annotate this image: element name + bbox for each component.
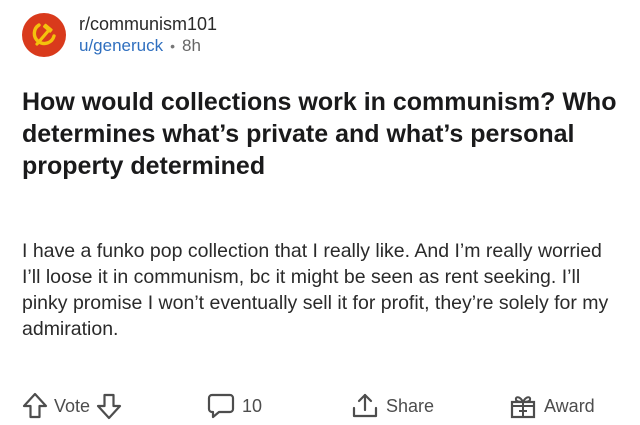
post-title[interactable]: How would collections work in communism?… [22,86,622,182]
share-label: Share [386,395,435,416]
comments-button[interactable]: 10 [206,388,262,424]
comments-count: 10 [242,395,263,416]
share-button[interactable]: Share [350,388,434,424]
vote-group: Vote [22,388,122,424]
subreddit-avatar[interactable] [22,13,66,57]
post-body: I have a funko pop collection that I rea… [22,240,609,340]
arrow-down-icon [96,393,122,420]
award-label: Award [544,395,595,416]
vote-label: Vote [54,395,91,416]
downvote-button[interactable] [96,392,122,420]
award-button[interactable]: Award [508,388,595,424]
speech-bubble-icon [207,393,235,419]
post-header: r/communism101 u/generuck • 8h [22,12,217,58]
arrow-up-icon [22,392,48,419]
subreddit-name[interactable]: r/communism101 [79,13,217,35]
post-age: 8h [182,36,201,55]
gift-icon [510,396,536,419]
hammer-and-sickle-icon [32,23,56,46]
action-bar: Vote 10 Share Award [20,388,620,424]
author-line: u/generuck • 8h [79,35,217,57]
upvote-button[interactable] [22,392,48,420]
share-icon [352,393,378,418]
meta-separator: • [170,38,176,54]
author-link[interactable]: u/generuck [79,35,163,57]
post-meta: r/communism101 u/generuck • 8h [79,13,217,57]
